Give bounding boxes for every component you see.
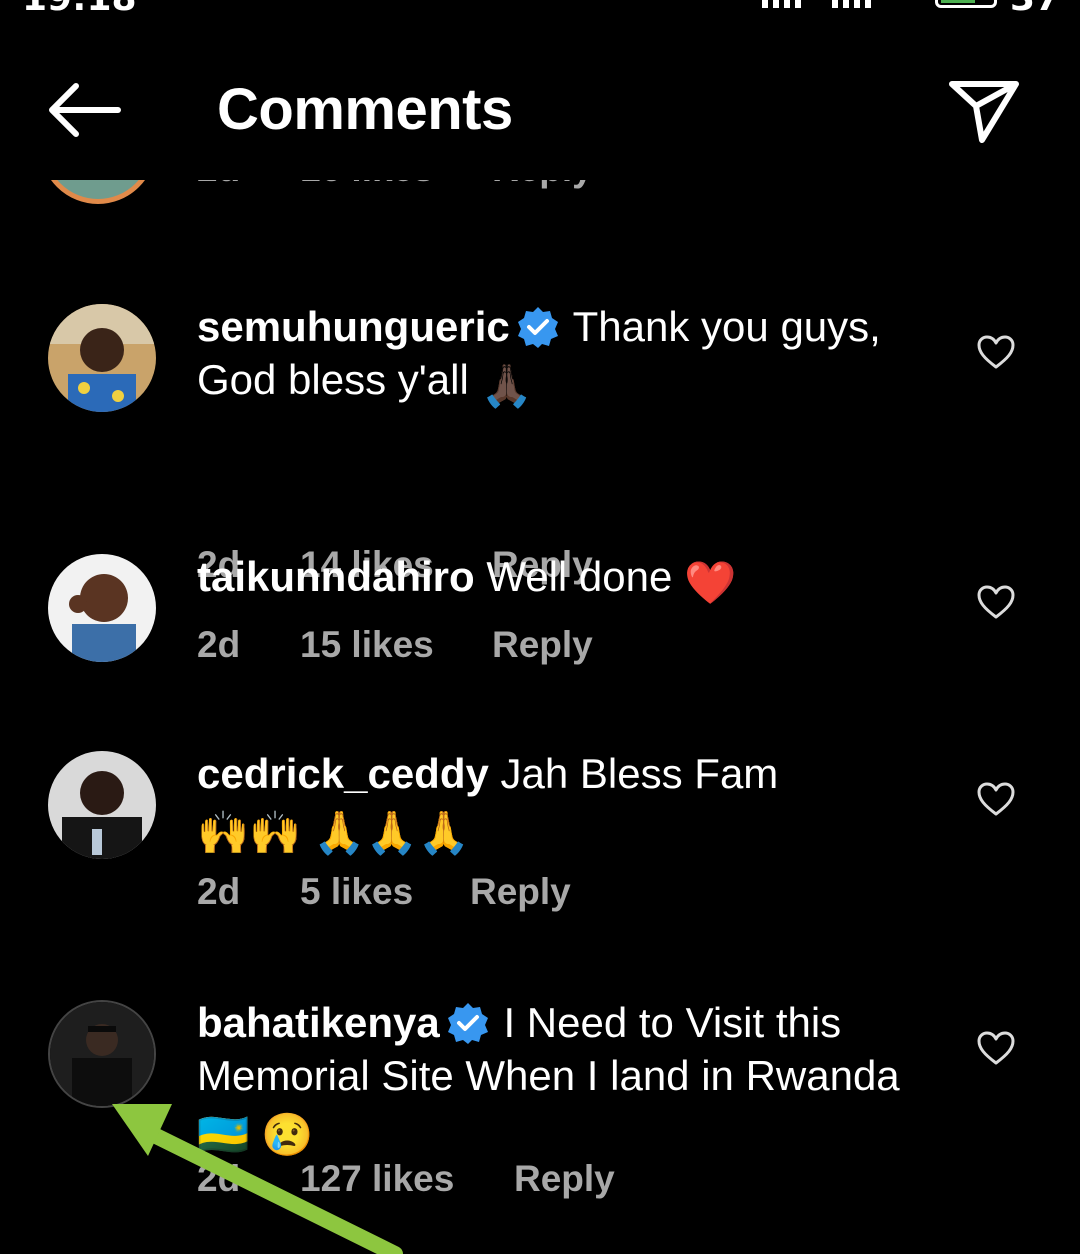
signal-icon-2 — [832, 0, 871, 8]
avatar-image — [50, 1002, 154, 1106]
heart-icon[interactable] — [976, 334, 1016, 370]
comment-time: 2d — [197, 1158, 241, 1199]
reply-button[interactable]: Reply — [514, 1158, 615, 1200]
avatar[interactable] — [48, 751, 156, 859]
battery-icon — [935, 0, 997, 8]
comment-partial: 2d 16 likes Reply — [0, 180, 1080, 228]
verified-badge-icon — [516, 305, 560, 349]
avatar-image — [48, 304, 156, 412]
reply-button[interactable]: Reply — [492, 624, 593, 666]
heart-icon[interactable] — [976, 781, 1016, 817]
likes-count[interactable]: 15 likes — [300, 624, 434, 666]
page-title: Comments — [217, 77, 513, 142]
emoji: 🙏🏿 — [480, 362, 533, 409]
comment-time: 2d — [197, 871, 241, 912]
share-button[interactable] — [948, 76, 1020, 148]
header: Comments — [0, 40, 1080, 180]
emoji: ❤️ — [684, 559, 737, 606]
username[interactable]: taikunndahiro — [197, 553, 475, 600]
status-bar: 19:18 37 — [0, 0, 1080, 20]
heart-icon[interactable] — [976, 1030, 1016, 1066]
emoji: 🙌🙌 🙏🙏🙏 — [197, 809, 471, 856]
comments-list[interactable]: 2d 16 likes Reply semuhungueric Thank yo… — [0, 180, 1080, 1254]
likes-count[interactable]: 5 likes — [300, 871, 413, 913]
emoji: 🇷🇼 😢 — [197, 1111, 314, 1158]
status-time: 19:18 — [22, 0, 137, 19]
comment-time: 2d — [197, 180, 240, 190]
arrow-left-icon — [49, 83, 121, 137]
username[interactable]: bahatikenya — [197, 999, 440, 1046]
reply-button[interactable]: Reply — [470, 871, 571, 913]
comment-body: Well done — [486, 553, 673, 600]
avatar[interactable] — [48, 304, 156, 412]
comment-body: Jah Bless Fam — [500, 750, 779, 797]
heart-icon[interactable] — [976, 584, 1016, 620]
avatar-image — [48, 554, 156, 662]
username[interactable]: cedrick_ceddy — [197, 750, 489, 797]
reply-button[interactable]: Reply — [492, 180, 593, 190]
signal-icon — [762, 0, 801, 8]
avatar[interactable] — [48, 1000, 156, 1108]
paper-plane-icon — [949, 81, 1019, 143]
battery-level: 37 — [1010, 0, 1060, 19]
verified-badge-icon — [446, 1001, 490, 1045]
avatar-image — [48, 751, 156, 859]
likes-count[interactable]: 16 likes — [300, 180, 434, 190]
back-button[interactable] — [46, 80, 122, 140]
avatar[interactable] — [40, 180, 156, 204]
avatar[interactable] — [48, 554, 156, 662]
comment-time: 2d — [197, 624, 241, 665]
likes-count[interactable]: 127 likes — [300, 1158, 454, 1200]
username[interactable]: semuhungueric — [197, 303, 510, 350]
